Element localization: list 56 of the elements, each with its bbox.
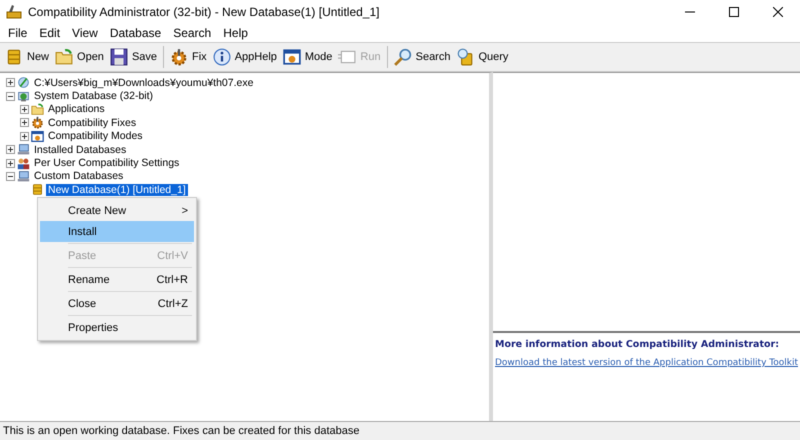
menu-item[interactable]: View xyxy=(66,26,104,40)
toolbar-button[interactable]: Search xyxy=(390,46,454,68)
gear-icon xyxy=(31,116,44,130)
toolbar-button[interactable]: New xyxy=(2,46,52,68)
tree-item[interactable]: Compatibility Modes xyxy=(46,130,145,142)
menu-item[interactable]: File xyxy=(2,26,34,40)
gear-icon xyxy=(170,48,188,66)
window-icon xyxy=(282,48,301,66)
expand-icon[interactable] xyxy=(20,118,29,128)
users-icon xyxy=(17,156,30,170)
menu-item[interactable]: Search xyxy=(167,26,218,40)
tree-item[interactable]: Per User Compatibility Settings xyxy=(32,157,182,170)
toolbar-button[interactable]: Fix xyxy=(167,46,210,68)
menu-item[interactable]: Help xyxy=(217,26,254,40)
info-icon xyxy=(212,48,231,66)
tree-item[interactable]: Custom Databases xyxy=(32,170,126,182)
magnifier-icon xyxy=(394,48,412,66)
toolbar-button[interactable]: Mode xyxy=(280,46,336,68)
status-text: This is an open working database. Fixes can be created for this database xyxy=(3,425,360,437)
toolbar-button[interactable]: Save xyxy=(106,46,160,68)
download-link[interactable]: Download the latest version of the Application Compatibility Toolkit xyxy=(495,358,798,368)
expand-icon[interactable] xyxy=(20,104,29,114)
maximize-icon[interactable] xyxy=(729,7,739,17)
toolbar-button[interactable]: AppHelp xyxy=(210,46,280,68)
menu-item[interactable]: Properties xyxy=(40,317,194,338)
folder-icon xyxy=(31,102,44,116)
expand-icon[interactable] xyxy=(6,78,15,88)
database-icon xyxy=(31,183,44,196)
expand-icon[interactable] xyxy=(6,158,15,168)
tree-item[interactable]: C:¥Users¥big_m¥Downloads¥youmu¥th07.exe xyxy=(32,76,256,89)
tree-item[interactable]: Applications xyxy=(46,103,107,116)
expand-icon[interactable] xyxy=(20,132,29,141)
collapse-icon[interactable] xyxy=(6,172,15,181)
menu-item[interactable]: Create New > xyxy=(40,200,194,221)
toolbar-button[interactable]: Open xyxy=(52,46,107,68)
info-heading: More information about Compatibility Administrator: xyxy=(495,339,780,350)
computer-icon xyxy=(17,143,30,156)
window-title: Compatibility Administrator (32-bit) - New Database(1) [Untitled_1] xyxy=(28,5,380,19)
computer-icon xyxy=(17,170,30,183)
folder-icon xyxy=(55,48,74,66)
tree-item[interactable]: New Database(1) [Untitled_1] xyxy=(46,184,188,196)
database-icon xyxy=(5,48,23,66)
expand-icon[interactable] xyxy=(6,145,15,154)
tree-item[interactable]: Compatibility Fixes xyxy=(46,116,138,129)
window-icon xyxy=(31,130,44,143)
menu-item[interactable]: Rename Ctrl+R xyxy=(40,269,194,290)
menu-item[interactable]: Database xyxy=(104,26,168,40)
menu-item[interactable]: Close Ctrl+Z xyxy=(40,293,194,314)
toolbar-button[interactable]: Query xyxy=(453,46,512,68)
menu-item[interactable]: Edit xyxy=(33,26,66,40)
collapse-icon[interactable] xyxy=(6,92,15,101)
close-icon[interactable] xyxy=(773,7,783,17)
tree-item[interactable]: System Database (32-bit) xyxy=(32,90,156,102)
tree-item[interactable]: Installed Databases xyxy=(32,144,128,156)
menu-item[interactable]: Install xyxy=(40,221,194,242)
query-icon xyxy=(456,48,474,66)
